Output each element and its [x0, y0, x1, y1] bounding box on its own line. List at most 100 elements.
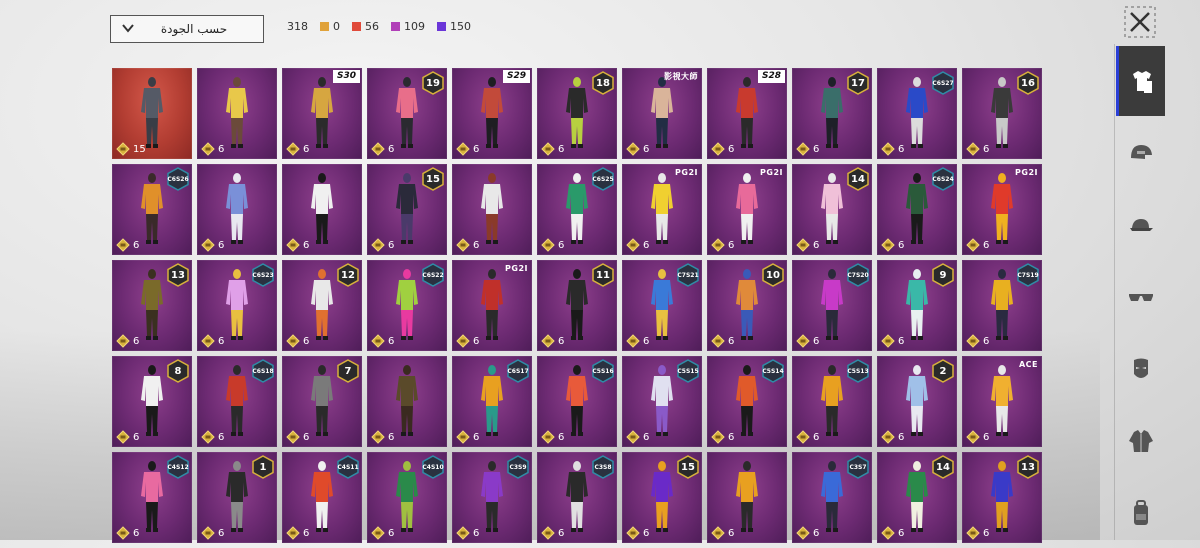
coupon-icon: [116, 430, 130, 444]
close-button[interactable]: [1124, 6, 1156, 38]
outfit-card[interactable]: 影視大師 6: [622, 68, 702, 159]
card-quantity: 6: [541, 526, 564, 540]
outfit-card[interactable]: C6S24 6: [877, 164, 957, 255]
outfit-card[interactable]: S30 6: [282, 68, 362, 159]
sidebar-tab-helmet[interactable]: [1116, 118, 1165, 188]
outfit-figure-icon: [821, 77, 843, 148]
sidebar-tab-cap[interactable]: [1116, 190, 1165, 260]
outfit-card[interactable]: 96: [877, 260, 957, 351]
outfit-card[interactable]: PG2I 6: [452, 260, 532, 351]
coupon-icon: [541, 430, 555, 444]
outfit-card[interactable]: C6S27 6: [877, 68, 957, 159]
outfit-card[interactable]: C4S11 6: [282, 452, 362, 543]
outfit-card[interactable]: C5S13 6: [792, 356, 872, 447]
quantity-value: 6: [473, 335, 480, 347]
quantity-value: 6: [813, 239, 820, 251]
outfit-card[interactable]: 17 6: [792, 68, 872, 159]
collab-tag: PG2I: [760, 168, 783, 177]
total-count: 318: [287, 20, 308, 33]
legendary-swatch: [320, 22, 329, 31]
outfit-card[interactable]: C3S9 6: [452, 452, 532, 543]
outfit-card[interactable]: C6S22 6: [367, 260, 447, 351]
outfit-card[interactable]: C4S10 6: [367, 452, 447, 543]
outfit-figure-icon: [141, 365, 163, 436]
outfit-card[interactable]: S28 6: [707, 68, 787, 159]
outfit-card[interactable]: C6S23 6: [197, 260, 277, 351]
outfit-card[interactable]: C7S20 6: [792, 260, 872, 351]
outfit-card[interactable]: 86: [112, 356, 192, 447]
outfit-card[interactable]: C5S15 6: [622, 356, 702, 447]
outfit-card[interactable]: PG2I 6: [962, 164, 1042, 255]
outfit-card[interactable]: C3S8 6: [537, 452, 617, 543]
outfit-card[interactable]: C3S7 6: [792, 452, 872, 543]
outfit-card[interactable]: 15: [112, 68, 192, 159]
outfit-card[interactable]: 6: [452, 164, 532, 255]
inventory-stats: 318 0 56 109 150: [287, 20, 471, 33]
outfit-card[interactable]: S29 6: [452, 68, 532, 159]
outfit-card[interactable]: 14 6: [877, 452, 957, 543]
outfit-card[interactable]: C7S19 6: [962, 260, 1042, 351]
coupon-icon: [286, 526, 300, 540]
quantity-value: 6: [558, 431, 565, 443]
outfit-card[interactable]: C6S26 6: [112, 164, 192, 255]
coupon-icon: [371, 238, 385, 252]
outfit-card[interactable]: ACE 6: [962, 356, 1042, 447]
quantity-value: 6: [813, 527, 820, 539]
quantity-value: 6: [218, 335, 225, 347]
coupon-icon: [881, 238, 895, 252]
card-quantity: 6: [626, 430, 649, 444]
tier-badge-label: C6S23: [252, 271, 274, 279]
outfit-figure-icon: [821, 461, 843, 532]
outfit-card[interactable]: C6S25 6: [537, 164, 617, 255]
quantity-value: 6: [218, 527, 225, 539]
outfit-card[interactable]: 15 6: [622, 452, 702, 543]
outfit-card[interactable]: C5S14 6: [707, 356, 787, 447]
tier-badge-label: 12: [341, 269, 355, 281]
outfit-card[interactable]: 6: [197, 68, 277, 159]
outfit-card[interactable]: 13 6: [962, 452, 1042, 543]
sidebar-tab-backpack[interactable]: [1116, 478, 1165, 548]
card-quantity: 6: [711, 334, 734, 348]
coupon-icon: [881, 142, 895, 156]
outfit-card[interactable]: C6S17 6: [452, 356, 532, 447]
outfit-card[interactable]: 18 6: [537, 68, 617, 159]
sidebar-tab-mask[interactable]: [1116, 334, 1165, 404]
outfit-card[interactable]: PG2I 6: [707, 164, 787, 255]
outfit-card[interactable]: C5S16 6: [537, 356, 617, 447]
sort-dropdown[interactable]: حسب الجودة: [110, 15, 264, 43]
outfit-card[interactable]: C7S21 6: [622, 260, 702, 351]
outfit-card[interactable]: 14 6: [792, 164, 872, 255]
collab-tag: ACE: [1018, 360, 1038, 369]
outfit-card[interactable]: C6S18 6: [197, 356, 277, 447]
tier-badge-label: 9: [939, 269, 947, 281]
outfit-card[interactable]: 12 6: [282, 260, 362, 351]
outfit-card[interactable]: 26: [877, 356, 957, 447]
outfit-card[interactable]: 76: [282, 356, 362, 447]
tier-badge-label: 16: [1021, 77, 1035, 89]
outfit-figure-icon: [736, 173, 758, 244]
outfit-card[interactable]: 6: [707, 452, 787, 543]
outfit-card[interactable]: 6: [197, 164, 277, 255]
card-quantity: 6: [796, 142, 819, 156]
outfit-card[interactable]: 11 6: [537, 260, 617, 351]
sidebar-tab-glasses[interactable]: [1116, 262, 1165, 332]
outfit-card[interactable]: 16 6: [962, 68, 1042, 159]
outfit-card[interactable]: C4S12 6: [112, 452, 192, 543]
outfit-card[interactable]: PG2I 6: [622, 164, 702, 255]
sidebar-tab-outfit[interactable]: [1116, 46, 1165, 116]
tier-badge-label: 13: [171, 269, 185, 281]
tier-badge-label: 19: [426, 77, 440, 89]
outfit-card[interactable]: 6: [282, 164, 362, 255]
outfit-card[interactable]: 6: [367, 356, 447, 447]
quantity-value: 6: [558, 335, 565, 347]
outfit-card[interactable]: 10 6: [707, 260, 787, 351]
sidebar-tab-jacket[interactable]: [1116, 406, 1165, 476]
quantity-value: 6: [728, 431, 735, 443]
coupon-icon: [796, 334, 810, 348]
outfit-card[interactable]: 13 6: [112, 260, 192, 351]
outfit-figure-icon: [396, 173, 418, 244]
outfit-card[interactable]: 19 6: [367, 68, 447, 159]
outfit-card[interactable]: 16: [197, 452, 277, 543]
card-quantity: 6: [541, 430, 564, 444]
outfit-card[interactable]: 15 6: [367, 164, 447, 255]
